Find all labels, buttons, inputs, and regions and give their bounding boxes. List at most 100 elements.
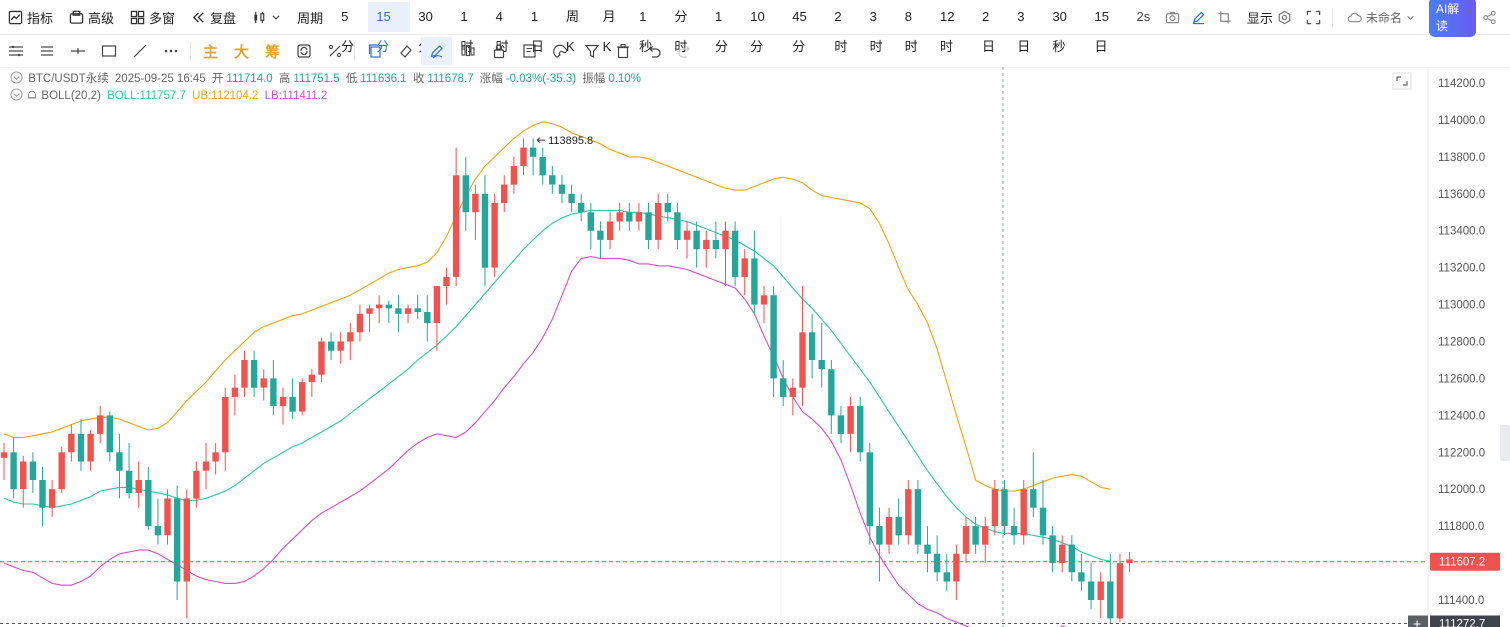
period-option[interactable]: 5分 — [333, 2, 368, 54]
lock-icon[interactable] — [483, 37, 514, 65]
candle-body — [250, 360, 258, 388]
candle-body — [1001, 489, 1008, 527]
fullscreen-icon[interactable] — [1302, 4, 1326, 30]
candle — [953, 544, 960, 600]
boll-lower-band — [3, 256, 1067, 627]
price-chart[interactable]: 113895.8 114200.0 114000.0 113800.0 113600.… — [0, 67, 1510, 627]
period-option[interactable]: 15分 — [368, 2, 411, 54]
draw-pen-icon[interactable] — [421, 37, 452, 65]
large-orders-toggle[interactable]: 大 — [226, 37, 257, 65]
period-option[interactable]: 1时 — [452, 2, 487, 54]
candle-body — [0, 452, 8, 458]
candle-body — [58, 452, 65, 490]
rectangle-icon[interactable] — [93, 37, 124, 65]
candle-pattern-icon[interactable] — [452, 37, 483, 65]
side-panel-handle[interactable] — [1500, 425, 1510, 461]
candle-body — [924, 544, 931, 554]
candle-body — [770, 295, 777, 379]
candle — [895, 498, 902, 545]
filter-icon[interactable] — [576, 37, 607, 65]
period-option[interactable]: 3日 — [1009, 2, 1044, 54]
crop-icon[interactable] — [1213, 4, 1237, 30]
right-tools: 2s 显示 未命名 AI解读 — [1129, 0, 1510, 37]
candle — [491, 193, 498, 277]
candle — [385, 300, 392, 324]
period-option[interactable]: 10分 — [742, 2, 784, 54]
eraser-icon[interactable] — [390, 37, 421, 65]
trend-line-icon[interactable] — [124, 37, 155, 65]
period-option[interactable]: 分时 — [666, 2, 707, 54]
candle-body — [568, 193, 575, 203]
candle-body — [1049, 535, 1056, 564]
replay-icon — [192, 11, 204, 23]
undo-icon[interactable] — [638, 37, 669, 65]
expand-chart-icon[interactable] — [1392, 72, 1412, 90]
candle-body — [943, 572, 950, 582]
candle — [395, 295, 402, 333]
candle — [222, 387, 229, 471]
candle-body — [587, 212, 594, 231]
period-option[interactable]: 2时 — [826, 2, 861, 54]
ai-analysis-button[interactable]: AI解读 — [1428, 0, 1476, 37]
horizontal-lines-icon[interactable] — [0, 37, 31, 65]
candle — [87, 430, 94, 471]
candle-body — [97, 415, 104, 434]
more-icon[interactable] — [155, 37, 186, 65]
candle-body — [905, 489, 912, 536]
period-option[interactable]: 1秒 — [631, 2, 666, 54]
candle — [376, 295, 383, 324]
sync-icon[interactable] — [288, 37, 319, 65]
period-option[interactable]: 1日 — [523, 2, 558, 54]
indicator-button[interactable]: 指标 — [0, 4, 61, 30]
period-option[interactable]: 12时 — [932, 2, 974, 54]
advanced-icon — [69, 10, 84, 24]
candle-body — [1039, 507, 1047, 536]
period-option[interactable]: 3时 — [862, 2, 897, 54]
candle-body — [241, 360, 248, 388]
advanced-button[interactable]: 高级 — [61, 4, 122, 30]
redo-icon[interactable] — [669, 37, 700, 65]
candle — [77, 419, 85, 471]
period-option[interactable]: 8时 — [897, 2, 932, 54]
period-option[interactable]: 4时 — [488, 2, 523, 54]
period-option[interactable]: 30秒 — [1044, 2, 1086, 54]
candle — [635, 203, 643, 231]
horizontal-ray-icon[interactable] — [62, 37, 93, 65]
period-option[interactable]: 30分 — [410, 2, 452, 54]
candle — [29, 452, 37, 493]
candle-body — [337, 341, 344, 351]
period-option[interactable]: 2日 — [974, 2, 1009, 54]
chip-distribution-toggle[interactable]: 筹 — [257, 37, 288, 65]
pen-icon[interactable] — [1186, 4, 1210, 30]
indicator-label: 指标 — [27, 10, 54, 26]
measure-icon[interactable] — [319, 37, 350, 65]
candle-body — [231, 387, 239, 397]
layout-name-button[interactable]: 未命名 — [1339, 4, 1423, 30]
candle — [68, 424, 75, 462]
multiwindow-icon — [130, 10, 145, 24]
copy-icon[interactable] — [359, 37, 390, 65]
candle — [1039, 479, 1047, 545]
share-icon[interactable] — [1478, 4, 1502, 30]
refresh-interval[interactable]: 2s — [1129, 2, 1159, 32]
chart-type-button[interactable] — [244, 4, 289, 30]
candle — [106, 411, 113, 462]
camera-icon[interactable] — [1160, 4, 1184, 30]
y-tick-label: 114200.0 — [1438, 78, 1485, 90]
main-chart-toggle[interactable]: 主 — [195, 37, 226, 65]
period-option[interactable]: 周K — [558, 2, 595, 54]
multiwindow-button[interactable]: 多窗 — [122, 4, 183, 30]
magnet-icon[interactable] — [545, 37, 576, 65]
candle-body — [558, 184, 566, 194]
parallel-lines-icon[interactable] — [31, 37, 62, 65]
replay-button[interactable]: 复盘 — [183, 4, 244, 30]
trash-icon[interactable] — [607, 37, 638, 65]
display-button[interactable]: 显示 — [1239, 4, 1300, 30]
note-edit-icon[interactable] — [514, 37, 545, 65]
candle-body — [366, 308, 373, 314]
period-option[interactable]: 月K — [595, 2, 632, 54]
candle — [1001, 479, 1008, 536]
period-option[interactable]: 1分 — [707, 2, 742, 54]
period-option[interactable]: 45分 — [784, 2, 826, 54]
period-option[interactable]: 15日 — [1087, 2, 1129, 54]
